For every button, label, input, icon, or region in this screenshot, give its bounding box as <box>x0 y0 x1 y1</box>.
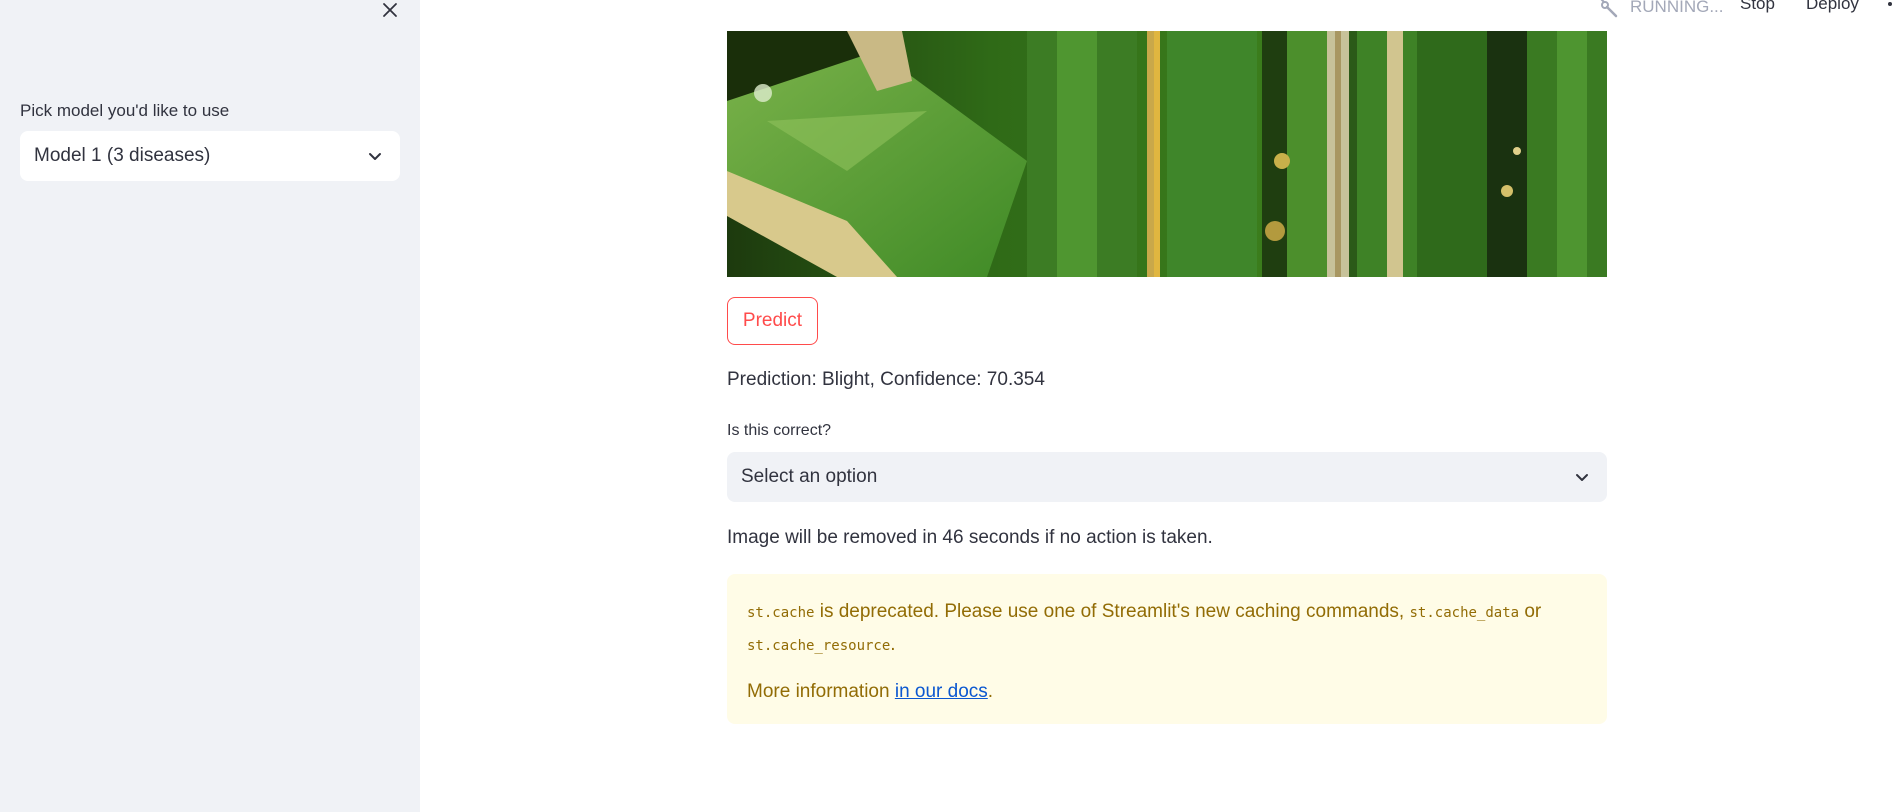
code-st-cache: st.cache <box>747 605 815 621</box>
deploy-button[interactable]: Deploy <box>1806 0 1859 14</box>
removal-countdown: Image will be removed in 46 seconds if n… <box>727 527 1213 548</box>
deprecation-warning: st.cache is deprecated. Please use one o… <box>727 574 1607 724</box>
predict-button[interactable]: Predict <box>727 297 818 345</box>
prediction-result: Prediction: Blight, Confidence: 70.354 <box>727 369 1045 390</box>
chevron-down-icon <box>1573 468 1591 486</box>
warning-line-2: More information in our docs. <box>747 676 1587 707</box>
warning-period: . <box>890 634 896 655</box>
code-st-cache-data: st.cache_data <box>1409 605 1520 621</box>
running-icon <box>1600 0 1618 18</box>
main-menu-button[interactable] <box>1886 0 1894 21</box>
running-status-text: RUNNING... <box>1630 0 1724 16</box>
warning-text-or: or <box>1519 601 1542 622</box>
more-info-text: More information <box>747 681 895 702</box>
app: Pick model you'd like to use Model 1 (3 … <box>0 0 1900 812</box>
close-sidebar-button[interactable] <box>376 0 404 24</box>
chevron-down-icon <box>366 147 384 165</box>
sidebar: Pick model you'd like to use Model 1 (3 … <box>0 0 420 812</box>
docs-link[interactable]: in our docs <box>895 681 988 702</box>
correctness-select-placeholder: Select an option <box>741 466 878 487</box>
warning-text-1: is deprecated. Please use one of Streaml… <box>814 601 1410 622</box>
running-status: RUNNING... <box>1596 0 1724 20</box>
stop-button[interactable]: Stop <box>1740 0 1775 14</box>
model-select-label: Pick model you'd like to use <box>20 101 230 120</box>
warning-line-1: st.cache is deprecated. Please use one o… <box>747 596 1587 662</box>
model-select[interactable]: Model 1 (3 diseases) <box>20 131 400 181</box>
end-period: . <box>987 681 994 702</box>
correctness-select[interactable]: Select an option <box>727 452 1607 502</box>
more-vertical-icon <box>1888 2 1892 6</box>
uploaded-leaf-image <box>727 31 1607 277</box>
correctness-label: Is this correct? <box>727 422 832 439</box>
close-icon <box>383 3 397 17</box>
model-select-value: Model 1 (3 diseases) <box>34 145 211 166</box>
code-st-cache-resource: st.cache_resource <box>747 638 891 654</box>
